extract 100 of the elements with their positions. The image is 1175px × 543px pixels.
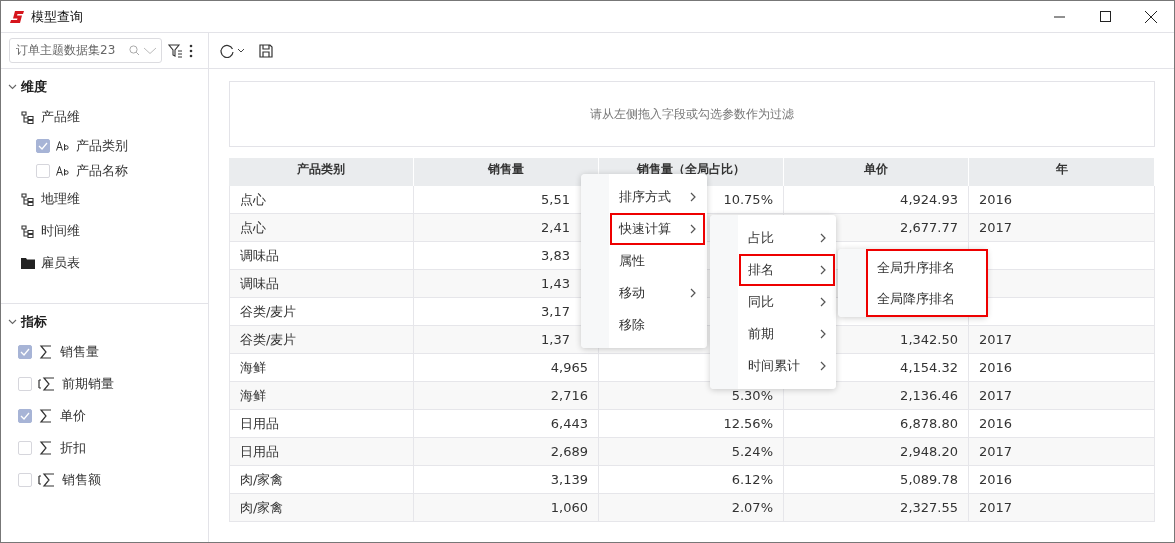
- column-header[interactable]: 年: [969, 158, 1155, 186]
- table-cell: 4,965: [414, 354, 599, 382]
- table-cell: 日用品: [229, 438, 414, 466]
- menu-item[interactable]: 属性: [610, 245, 705, 277]
- calculated-sigma-icon: [38, 473, 56, 487]
- field-label[interactable]: 地理维: [41, 190, 80, 208]
- column-header[interactable]: 销售量: [414, 158, 599, 186]
- table-cell: 肉/家禽: [229, 466, 414, 494]
- table-cell: 点心: [229, 186, 414, 214]
- table-cell: 2,136.46: [784, 382, 969, 410]
- section-title[interactable]: 维度: [21, 78, 47, 96]
- submenu-caret-icon: [820, 297, 827, 307]
- table-cell: 6,443: [414, 410, 599, 438]
- table-cell: 2016: [969, 186, 1155, 214]
- field-label[interactable]: 前期销量: [62, 375, 114, 393]
- checkbox[interactable]: [18, 377, 32, 391]
- checkbox[interactable]: [18, 345, 32, 359]
- table-cell: 日用品: [229, 410, 414, 438]
- table-cell: 3,139: [414, 466, 599, 494]
- field-label[interactable]: 时间维: [41, 222, 80, 240]
- table-cell: 1,060: [414, 494, 599, 522]
- dataset-select[interactable]: 订单主题数据集23: [9, 38, 162, 63]
- menu-item[interactable]: 全局升序排名: [867, 252, 987, 283]
- field-label[interactable]: 产品维: [41, 108, 80, 126]
- table-cell: 2016: [969, 466, 1155, 494]
- submenu-caret-icon: [820, 329, 827, 339]
- filter-icon[interactable]: [168, 43, 183, 58]
- table-cell: 调味品: [229, 242, 414, 270]
- checkbox[interactable]: [18, 409, 32, 423]
- checkbox[interactable]: [18, 473, 32, 487]
- filter-placeholder: 请从左侧拖入字段或勾选参数作为过滤: [590, 105, 794, 123]
- table-cell: 2,948.20: [784, 438, 969, 466]
- table-cell: 2,716: [414, 382, 599, 410]
- table-cell: 2017: [969, 382, 1155, 410]
- table-cell: 2,689: [414, 438, 599, 466]
- filter-drop-area[interactable]: 请从左侧拖入字段或勾选参数作为过滤: [229, 81, 1155, 147]
- section-title[interactable]: 指标: [21, 313, 47, 331]
- sigma-icon: [38, 345, 54, 359]
- submenu-caret-icon: [690, 192, 697, 202]
- submenu-caret-icon: [820, 233, 827, 243]
- menu-item[interactable]: 移动: [610, 277, 705, 309]
- table-cell: 海鲜: [229, 382, 414, 410]
- hierarchy-icon: [21, 192, 35, 206]
- table-cell: 6,878.80: [784, 410, 969, 438]
- column-header[interactable]: 产品类别: [229, 158, 414, 186]
- refresh-icon[interactable]: [219, 42, 235, 59]
- field-label[interactable]: 单价: [60, 407, 86, 425]
- table-cell: 5,089.78: [784, 466, 969, 494]
- search-icon: [129, 45, 140, 56]
- minimize-icon[interactable]: [1053, 15, 1065, 18]
- checkbox[interactable]: [36, 138, 50, 153]
- table-cell: 调味品: [229, 270, 414, 298]
- text-type-icon: [56, 165, 70, 176]
- chevron-down-icon: [143, 46, 157, 55]
- table-cell: 2016: [969, 410, 1155, 438]
- menu-item[interactable]: 排名: [739, 254, 835, 286]
- table-cell: 2017: [969, 326, 1155, 354]
- checkbox[interactable]: [36, 163, 50, 178]
- sigma-icon: [38, 409, 54, 423]
- submenu-caret-icon: [690, 224, 697, 234]
- field-label[interactable]: 产品名称: [76, 161, 128, 180]
- sigma-icon: [38, 441, 54, 455]
- table-cell: 肉/家禽: [229, 494, 414, 522]
- table-cell: 12.56%: [599, 410, 784, 438]
- checkbox[interactable]: [18, 441, 32, 455]
- field-label[interactable]: 销售量: [60, 343, 99, 361]
- table-cell: 点心: [229, 214, 414, 242]
- app-logo-icon: [9, 9, 25, 24]
- folder-icon: [21, 257, 35, 269]
- field-label[interactable]: 产品类别: [76, 136, 128, 155]
- table-cell: 6.12%: [599, 466, 784, 494]
- table-cell: 4,924.93: [784, 186, 969, 214]
- chevron-down-icon: [8, 319, 17, 325]
- submenu-caret-icon: [690, 288, 697, 298]
- menu-item[interactable]: 移除: [610, 309, 705, 341]
- menu-item[interactable]: 全局降序排名: [867, 283, 987, 314]
- table-cell: 海鲜: [229, 354, 414, 382]
- table-cell: 2.07%: [599, 494, 784, 522]
- table-cell: 5.24%: [599, 438, 784, 466]
- close-icon[interactable]: [1145, 10, 1157, 23]
- submenu-caret-icon: [820, 361, 827, 371]
- menu-item[interactable]: 同比: [739, 286, 835, 318]
- table-cell: 2016: [969, 354, 1155, 382]
- table-cell: 谷类/麦片: [229, 326, 414, 354]
- field-label[interactable]: 雇员表: [41, 254, 80, 272]
- caret-icon[interactable]: [237, 47, 245, 54]
- menu-item[interactable]: 快速计算: [610, 213, 705, 245]
- save-icon[interactable]: [259, 43, 273, 58]
- field-label[interactable]: 折扣: [60, 439, 86, 457]
- submenu-caret-icon: [820, 265, 827, 275]
- table-cell: 2017: [969, 438, 1155, 466]
- column-header[interactable]: 单价: [784, 158, 969, 186]
- text-type-icon: [56, 140, 70, 151]
- hierarchy-icon: [21, 110, 35, 124]
- calculated-sigma-icon: [38, 377, 56, 391]
- window-title: 模型查询: [31, 7, 84, 26]
- field-label[interactable]: 销售额: [62, 471, 101, 489]
- chevron-down-icon: [8, 84, 17, 90]
- maximize-icon[interactable]: [1099, 11, 1111, 22]
- more-icon[interactable]: [189, 43, 193, 58]
